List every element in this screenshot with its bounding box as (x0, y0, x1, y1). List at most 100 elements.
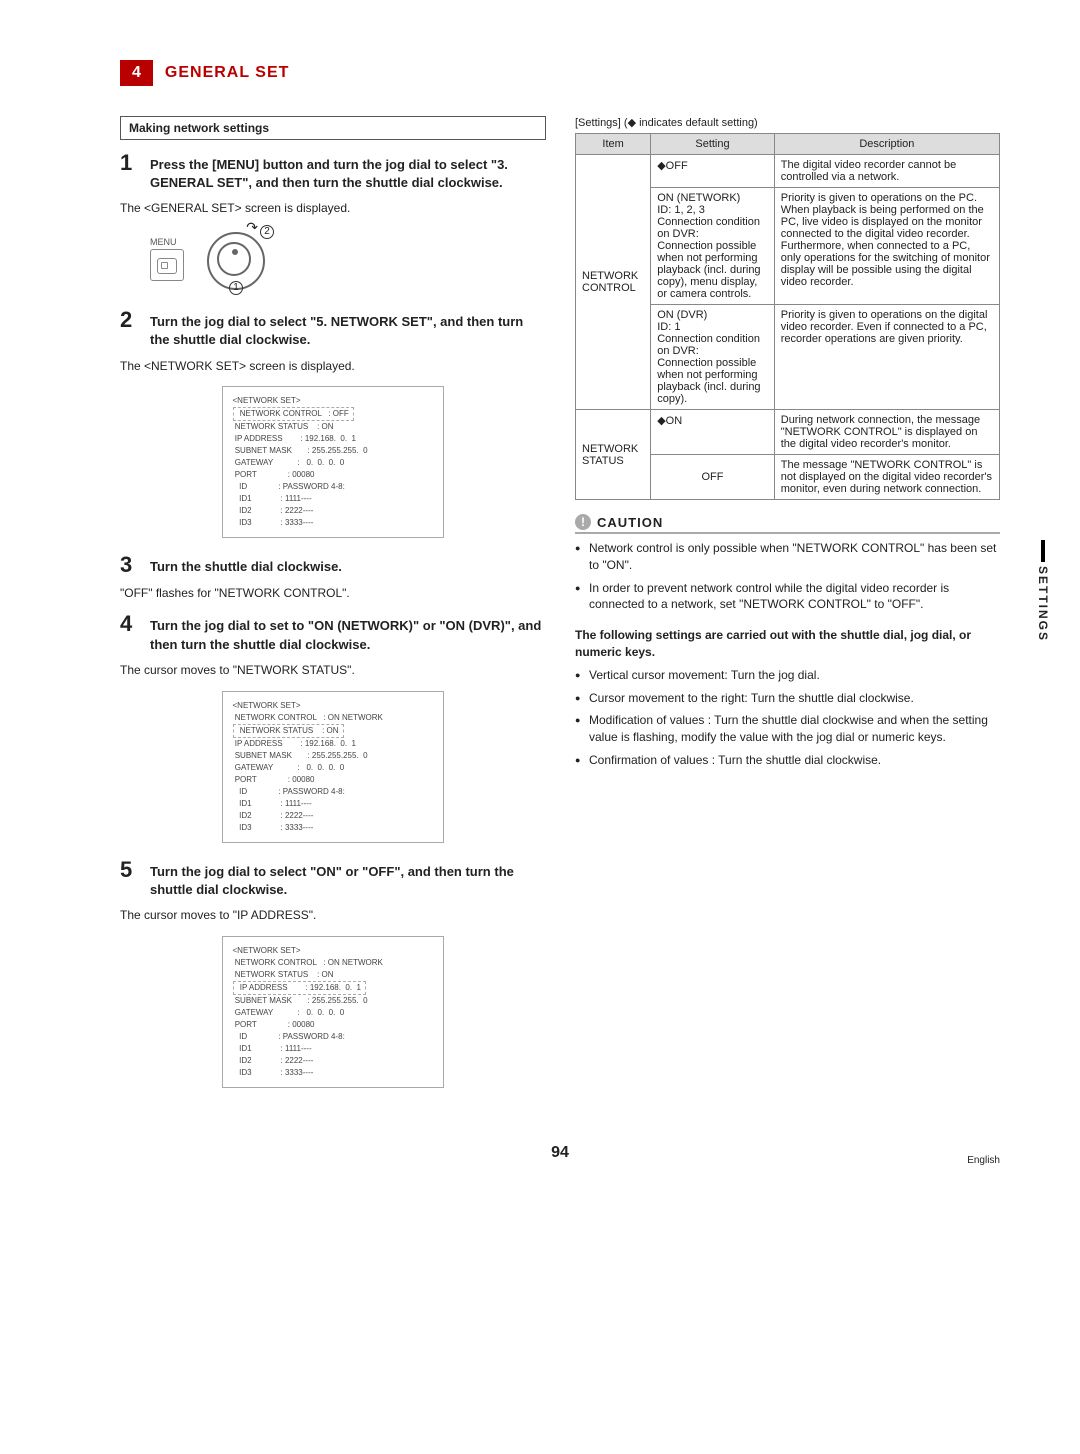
screen-line: GATEWAY : 0. 0. 0. 0 (233, 457, 433, 469)
screen-network-set-2: <NETWORK SET> NETWORK CONTROL : ON NETWO… (222, 691, 444, 843)
step-2: 2 Turn the jog dial to select "5. NETWOR… (120, 309, 545, 349)
operations-list: Vertical cursor movement: Turn the jog d… (575, 667, 1000, 769)
screen-network-set-1: <NETWORK SET> NETWORK CONTROL : OFF NETW… (222, 386, 444, 538)
desc-cell: Priority is given to operations on the P… (774, 188, 999, 305)
screen-line: <NETWORK SET> (233, 945, 433, 957)
setting-cell: OFF (651, 455, 775, 500)
screen-line: PORT : 00080 (233, 774, 433, 786)
section-header: 4 GENERAL SET (120, 60, 1000, 86)
screen-line: ID2 : 2222---- (233, 1055, 433, 1067)
list-item: Vertical cursor movement: Turn the jog d… (575, 667, 1000, 684)
caution-header: ! CAUTION (575, 514, 1000, 534)
list-item: In order to prevent network control whil… (575, 580, 1000, 614)
screen-line: SUBNET MASK : 255.255.255. 0 (233, 445, 433, 457)
desc-cell: The digital video recorder cannot be con… (774, 155, 999, 188)
side-tab-bar-icon (1041, 540, 1045, 562)
menu-label: MENU (150, 237, 184, 247)
page-number: 94 (120, 1144, 1000, 1162)
screen-line: ID1 : 1111---- (233, 798, 433, 810)
step-4: 4 Turn the jog dial to set to "ON (NETWO… (120, 613, 545, 653)
step-text: Turn the shuttle dial clockwise. (150, 554, 342, 576)
screen-line: IP ADDRESS : 192.168. 0. 1 (233, 981, 433, 995)
table-row: NETWORK CONTROL ◆OFF The digital video r… (576, 155, 1000, 188)
screen-line: NETWORK CONTROL : ON NETWORK (233, 712, 433, 724)
setting-cell: ON (NETWORK) ID: 1, 2, 3 Connection cond… (651, 188, 775, 305)
header-item: Item (576, 134, 651, 155)
callout-1: 1 (229, 281, 243, 295)
screen-line: ID : PASSWORD 4-8: (233, 786, 433, 798)
screen-line: <NETWORK SET> (233, 395, 433, 407)
left-column: Making network settings 1 Press the [MEN… (120, 116, 545, 1104)
list-item: Network control is only possible when "N… (575, 540, 1000, 574)
step-5-after: The cursor moves to "IP ADDRESS". (120, 907, 545, 924)
step-text: Turn the jog dial to set to "ON (NETWORK… (150, 613, 545, 653)
list-item: Confirmation of values : Turn the shuttl… (575, 752, 1000, 769)
step-4-after: The cursor moves to "NETWORK STATUS". (120, 662, 545, 679)
menu-button-icon (150, 249, 184, 281)
item-network-status: NETWORK STATUS (576, 410, 651, 500)
screen-line: GATEWAY : 0. 0. 0. 0 (233, 1007, 433, 1019)
step-1-after: The <GENERAL SET> screen is displayed. (120, 200, 545, 217)
list-item: Modification of values : Turn the shuttl… (575, 712, 1000, 746)
section-title: GENERAL SET (165, 64, 290, 82)
menu-dial-illustration: MENU ↷ 1 2 (150, 229, 545, 289)
screen-line: SUBNET MASK : 255.255.255. 0 (233, 750, 433, 762)
screen-line: ID3 : 3333---- (233, 822, 433, 834)
section-number-badge: 4 (120, 60, 153, 86)
jog-shuttle-dial-icon: ↷ 1 2 (204, 229, 264, 289)
caution-list: Network control is only possible when "N… (575, 540, 1000, 613)
header-setting: Setting (651, 134, 775, 155)
list-item: Cursor movement to the right: Turn the s… (575, 690, 1000, 707)
subsection-title: Making network settings (120, 116, 546, 140)
header-description: Description (774, 134, 999, 155)
screen-line: ID : PASSWORD 4-8: (233, 1031, 433, 1043)
footer-language: English (967, 1155, 1000, 1166)
table-row: NETWORK STATUS ◆ON During network connec… (576, 410, 1000, 455)
side-tab-label: SETTINGS (1036, 566, 1050, 642)
screen-line: IP ADDRESS : 192.168. 0. 1 (233, 433, 433, 445)
caution-icon: ! (575, 514, 591, 530)
screen-line: ID3 : 3333---- (233, 1067, 433, 1079)
step-5: 5 Turn the jog dial to select "ON" or "O… (120, 859, 545, 899)
setting-cell: ON (DVR) ID: 1 Connection condition on D… (651, 305, 775, 410)
step-3: 3 Turn the shuttle dial clockwise. (120, 554, 545, 576)
step-text: Turn the jog dial to select "5. NETWORK … (150, 309, 545, 349)
settings-note: [Settings] (◆ indicates default setting) (575, 116, 1000, 129)
item-network-control: NETWORK CONTROL (576, 155, 651, 410)
step-text: Press the [MENU] button and turn the jog… (150, 152, 545, 192)
screen-network-set-3: <NETWORK SET> NETWORK CONTROL : ON NETWO… (222, 936, 444, 1088)
setting-cell: ◆OFF (651, 155, 775, 188)
screen-line: NETWORK STATUS : ON (233, 724, 433, 738)
screen-line: GATEWAY : 0. 0. 0. 0 (233, 762, 433, 774)
right-column: [Settings] (◆ indicates default setting)… (575, 116, 1000, 1104)
sub-heading: The following settings are carried out w… (575, 627, 1000, 661)
screen-line: ID1 : 1111---- (233, 1043, 433, 1055)
caution-label: CAUTION (597, 515, 663, 530)
screen-line: ID3 : 3333---- (233, 517, 433, 529)
step-1: 1 Press the [MENU] button and turn the j… (120, 152, 545, 192)
step-3-after: "OFF" flashes for "NETWORK CONTROL". (120, 585, 545, 602)
screen-line: SUBNET MASK : 255.255.255. 0 (233, 995, 433, 1007)
screen-line: <NETWORK SET> (233, 700, 433, 712)
screen-line: NETWORK STATUS : ON (233, 969, 433, 981)
desc-cell: During network connection, the message "… (774, 410, 999, 455)
screen-line: NETWORK STATUS : ON (233, 421, 433, 433)
desc-cell: Priority is given to operations on the d… (774, 305, 999, 410)
screen-line: ID2 : 2222---- (233, 505, 433, 517)
callout-2: 2 (260, 225, 274, 239)
screen-line: NETWORK CONTROL : OFF (233, 407, 433, 421)
screen-line: NETWORK CONTROL : ON NETWORK (233, 957, 433, 969)
step-number: 2 (120, 309, 140, 349)
step-number: 5 (120, 859, 140, 899)
screen-line: ID1 : 1111---- (233, 493, 433, 505)
step-text: Turn the jog dial to select "ON" or "OFF… (150, 859, 545, 899)
desc-cell: The message "NETWORK CONTROL" is not dis… (774, 455, 999, 500)
screen-line: PORT : 00080 (233, 1019, 433, 1031)
screen-line: ID : PASSWORD 4-8: (233, 481, 433, 493)
step-number: 1 (120, 152, 140, 192)
table-header-row: Item Setting Description (576, 134, 1000, 155)
setting-cell: ◆ON (651, 410, 775, 455)
screen-line: ID2 : 2222---- (233, 810, 433, 822)
settings-table: Item Setting Description NETWORK CONTROL… (575, 133, 1000, 500)
step-number: 3 (120, 554, 140, 576)
